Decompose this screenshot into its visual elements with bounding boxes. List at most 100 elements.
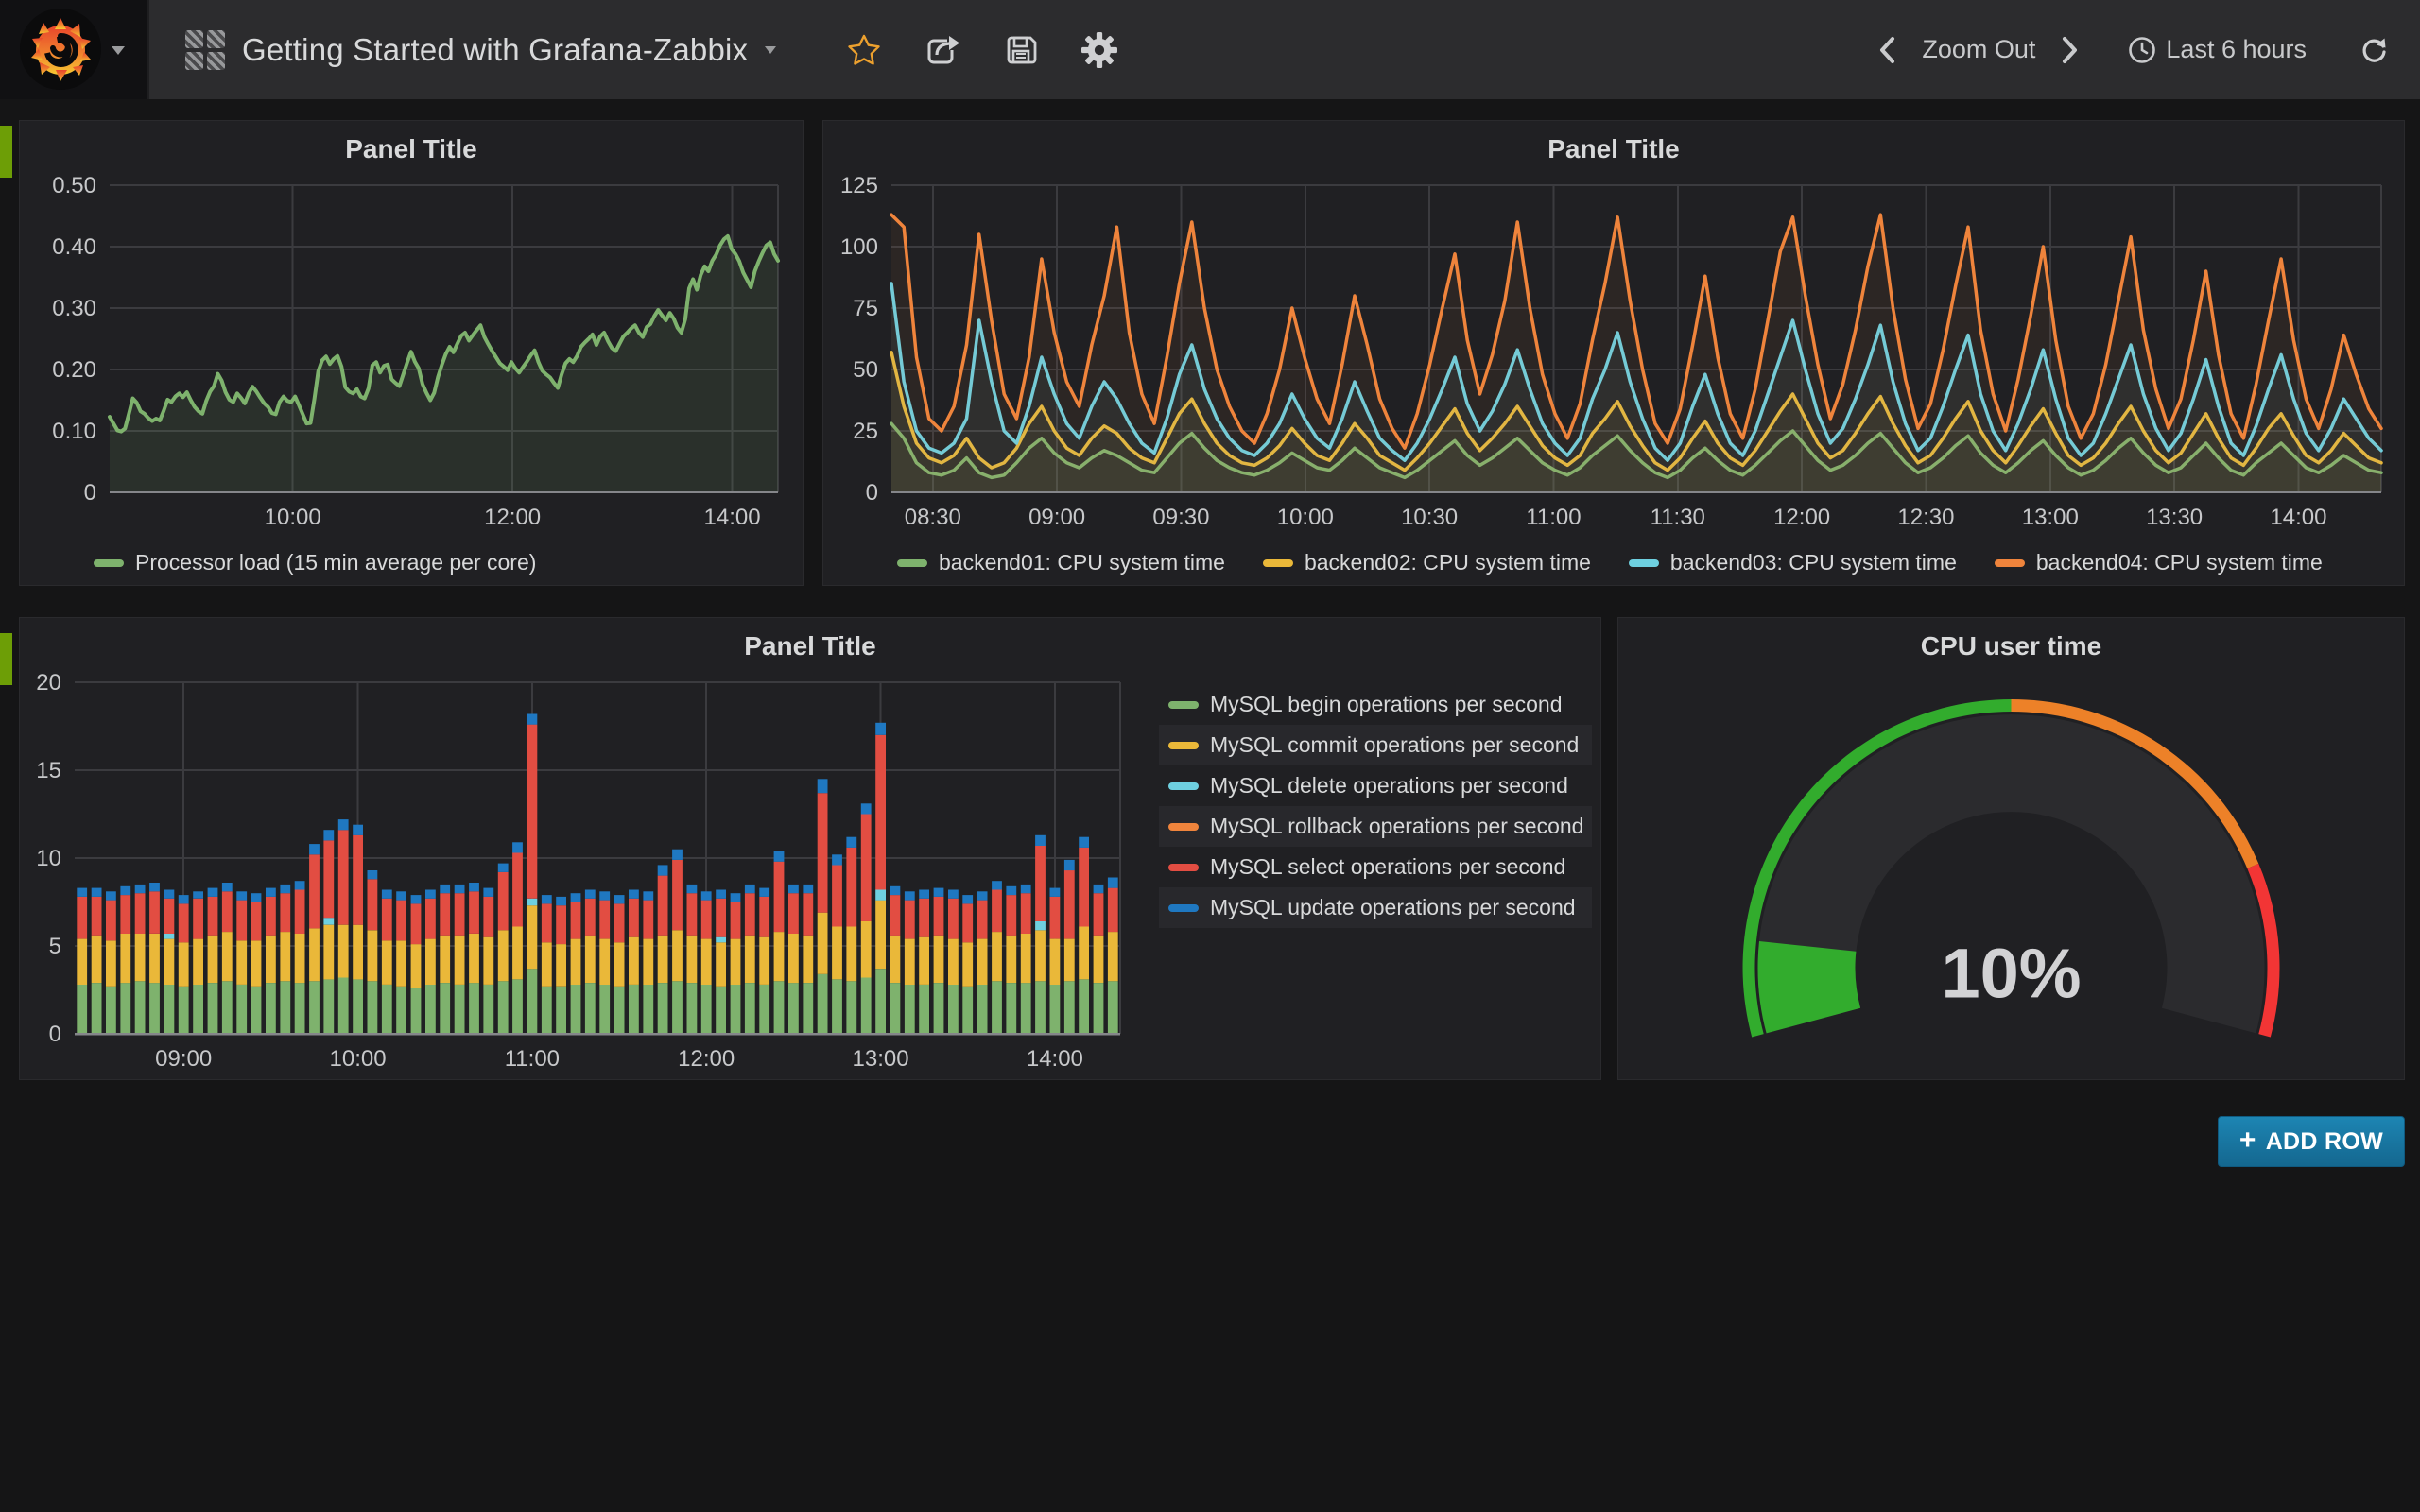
svg-text:0.20: 0.20 <box>52 357 96 383</box>
legend-series-label: backend04: CPU system time <box>2036 550 2323 576</box>
legend-item[interactable]: Processor load (15 min average per core) <box>94 550 536 576</box>
panel-title[interactable]: Panel Title <box>20 631 1600 662</box>
svg-text:12:00: 12:00 <box>678 1046 735 1072</box>
svg-text:0: 0 <box>866 480 878 506</box>
svg-text:14:00: 14:00 <box>1027 1046 1083 1072</box>
legend-series-label: backend03: CPU system time <box>1670 550 1957 576</box>
dashboard-grid-icon <box>185 30 225 70</box>
row-handle-1[interactable] <box>0 126 12 178</box>
legend-series-color <box>94 559 124 567</box>
svg-text:13:00: 13:00 <box>853 1046 909 1072</box>
svg-text:0: 0 <box>84 480 96 506</box>
gauge-value: 10% <box>1941 935 2081 1013</box>
panel-processor-load: Panel Title 00.100.200.300.400.5010:0012… <box>19 120 804 586</box>
svg-text:0.50: 0.50 <box>52 174 96 198</box>
row-handle-2[interactable] <box>0 633 12 685</box>
zoom-out-button[interactable]: Zoom Out <box>1922 35 2035 64</box>
svg-text:14:00: 14:00 <box>2270 505 2326 530</box>
legend-series-label: backend02: CPU system time <box>1305 550 1591 576</box>
legend-item[interactable]: MySQL rollback operations per second <box>1159 806 1592 847</box>
svg-text:5: 5 <box>49 934 61 959</box>
svg-text:09:00: 09:00 <box>155 1046 212 1072</box>
svg-text:09:30: 09:30 <box>1152 505 1209 530</box>
panel-title[interactable]: CPU user time <box>1618 631 2404 662</box>
legend-item[interactable]: backend04: CPU system time <box>1995 550 2323 576</box>
svg-text:12:00: 12:00 <box>484 505 541 530</box>
save-icon <box>1004 33 1038 67</box>
clock-icon <box>2128 36 2156 64</box>
legend-item[interactable]: MySQL delete operations per second <box>1159 765 1592 806</box>
svg-text:10:30: 10:30 <box>1401 505 1458 530</box>
time-range-label: Last 6 hours <box>2166 35 2307 64</box>
legend: backend01: CPU system time backend02: CPU… <box>823 550 2404 576</box>
refresh-icon <box>2358 34 2390 66</box>
legend-series-label: MySQL select operations per second <box>1210 854 1565 880</box>
legend: MySQL begin operations per second MySQL c… <box>1159 684 1592 928</box>
legend-series-label: MySQL begin operations per second <box>1210 692 1562 717</box>
legend-item[interactable]: MySQL commit operations per second <box>1159 725 1592 765</box>
svg-text:10:00: 10:00 <box>1277 505 1334 530</box>
svg-text:0.30: 0.30 <box>52 296 96 321</box>
add-row-button[interactable]: + ADD ROW <box>2218 1116 2405 1167</box>
legend-series-color <box>1168 701 1199 709</box>
panel-mysql-operations: Panel Title 0510152009:0010:0011:0012:00… <box>19 617 1601 1080</box>
dashboard-picker[interactable]: Getting Started with Grafana-Zabbix <box>185 0 776 99</box>
legend-series-color <box>1263 559 1293 567</box>
grafana-logo-icon <box>20 9 101 90</box>
panel-title[interactable]: Panel Title <box>823 134 2404 164</box>
legend-series-label: backend01: CPU system time <box>939 550 1225 576</box>
cpu-user-time-gauge[interactable]: 10% <box>1618 665 2404 1081</box>
svg-text:10:00: 10:00 <box>265 505 321 530</box>
add-row-label: ADD ROW <box>2266 1128 2383 1156</box>
dashboard-title: Getting Started with Grafana-Zabbix <box>242 32 748 68</box>
share-button[interactable] <box>925 33 960 67</box>
star-button[interactable] <box>847 33 881 67</box>
svg-text:14:00: 14:00 <box>704 505 761 530</box>
svg-text:125: 125 <box>840 174 878 198</box>
top-navbar: Getting Started with Grafana-Zabbix <box>0 0 2420 99</box>
time-forward-button[interactable] <box>2060 35 2081 65</box>
legend-item[interactable]: MySQL begin operations per second <box>1159 684 1592 725</box>
save-button[interactable] <box>1004 33 1038 67</box>
svg-text:25: 25 <box>853 419 878 444</box>
grafana-dashboard: Getting Started with Grafana-Zabbix <box>0 0 2420 1512</box>
settings-button[interactable] <box>1081 32 1117 68</box>
svg-text:08:30: 08:30 <box>905 505 961 530</box>
legend-series-color <box>1168 742 1199 749</box>
legend: Processor load (15 min average per core) <box>20 550 803 576</box>
legend-item[interactable]: MySQL update operations per second <box>1159 887 1592 928</box>
svg-text:75: 75 <box>853 296 878 321</box>
legend-series-label: MySQL commit operations per second <box>1210 732 1579 758</box>
legend-series-label: MySQL rollback operations per second <box>1210 814 1583 839</box>
legend-item[interactable]: backend03: CPU system time <box>1629 550 1957 576</box>
panel-cpu-system-time: Panel Title 025507510012508:3009:0009:30… <box>822 120 2405 586</box>
mysql-operations-chart[interactable]: 0510152009:0010:0011:0012:0013:0014:00 <box>20 671 1149 1081</box>
svg-text:100: 100 <box>840 234 878 260</box>
share-icon <box>925 33 960 67</box>
svg-text:13:00: 13:00 <box>2022 505 2079 530</box>
cpu-system-time-chart[interactable]: 025507510012508:3009:0009:3010:0010:3011… <box>823 174 2404 540</box>
svg-text:09:00: 09:00 <box>1028 505 1085 530</box>
svg-text:15: 15 <box>36 758 61 783</box>
legend-item[interactable]: backend01: CPU system time <box>897 550 1225 576</box>
legend-item[interactable]: backend02: CPU system time <box>1263 550 1591 576</box>
legend-series-label: MySQL delete operations per second <box>1210 773 1568 799</box>
grafana-menu-button[interactable] <box>0 0 149 99</box>
svg-text:11:00: 11:00 <box>1526 505 1581 530</box>
grafana-menu-caret-icon <box>112 46 125 55</box>
svg-text:10:00: 10:00 <box>330 1046 387 1072</box>
legend-series-color <box>1168 864 1199 871</box>
svg-text:20: 20 <box>36 671 61 696</box>
refresh-button[interactable] <box>2358 34 2390 66</box>
plus-icon: + <box>2239 1126 2256 1155</box>
chevron-right-icon <box>2060 35 2081 65</box>
svg-text:0: 0 <box>49 1022 61 1047</box>
svg-text:12:00: 12:00 <box>1773 505 1830 530</box>
time-picker-button[interactable]: Last 6 hours <box>2128 35 2307 64</box>
processor-load-chart[interactable]: 00.100.200.300.400.5010:0012:0014:00 <box>20 174 803 540</box>
panel-title[interactable]: Panel Title <box>20 134 803 164</box>
legend-item[interactable]: MySQL select operations per second <box>1159 847 1592 887</box>
legend-series-label: MySQL update operations per second <box>1210 895 1576 920</box>
time-back-button[interactable] <box>1876 35 1897 65</box>
svg-text:0.40: 0.40 <box>52 234 96 260</box>
